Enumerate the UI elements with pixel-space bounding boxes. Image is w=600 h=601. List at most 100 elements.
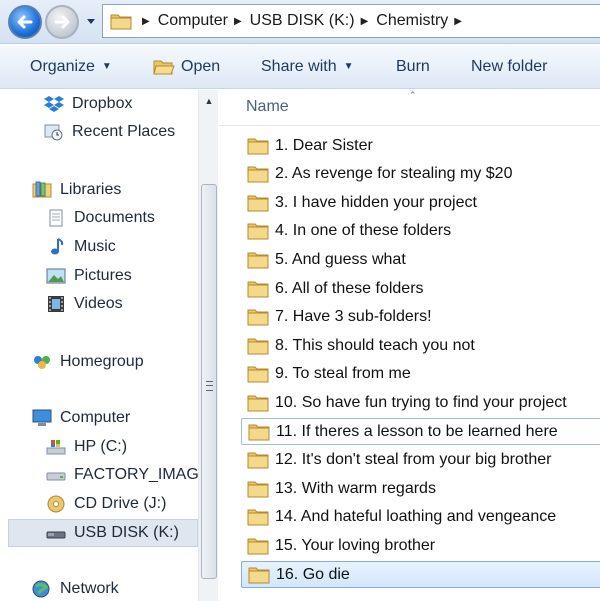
back-button[interactable] bbox=[8, 5, 42, 39]
command-bar: Organize ▼ Open Share with ▼ Burn New fo… bbox=[0, 45, 600, 89]
nav-item-music[interactable]: Music bbox=[46, 235, 116, 259]
organize-label: Organize bbox=[30, 57, 95, 75]
breadcrumb-chevron-icon[interactable]: ▶ bbox=[361, 16, 369, 27]
organize-button[interactable]: Organize ▼ bbox=[30, 58, 112, 76]
folder-icon bbox=[247, 395, 269, 412]
file-row[interactable]: 11. If theres a lesson to be learned her… bbox=[241, 418, 600, 445]
file-name: 7. Have 3 sub-folders! bbox=[275, 308, 432, 326]
nav-item-homegroup[interactable]: Homegroup bbox=[32, 350, 144, 374]
documents-icon bbox=[49, 209, 63, 227]
breadcrumb-computer[interactable]: Computer bbox=[158, 12, 228, 30]
file-row[interactable]: 1. Dear Sister bbox=[241, 132, 600, 159]
open-label: Open bbox=[181, 57, 221, 75]
file-name: 3. I have hidden your project bbox=[275, 193, 477, 211]
file-name: 15. Your loving brother bbox=[275, 536, 436, 554]
file-row[interactable]: 10. So have fun trying to find your proj… bbox=[241, 389, 600, 416]
folder-icon bbox=[247, 281, 269, 297]
breadcrumb-usb-disk[interactable]: USB DISK (K:) bbox=[250, 12, 355, 30]
folder-icon bbox=[247, 166, 269, 183]
libraries-icon bbox=[32, 181, 52, 198]
file-name: 11. If theres a lesson to be learned her… bbox=[276, 422, 558, 440]
nav-item-pictures[interactable]: Pictures bbox=[46, 264, 132, 288]
dropbox-icon bbox=[44, 96, 64, 112]
cd-drive-icon bbox=[47, 495, 65, 513]
file-name: 13. With warm regards bbox=[275, 479, 436, 497]
file-row[interactable]: 15. Your loving brother bbox=[241, 532, 600, 559]
nav-item-dropbox[interactable]: Dropbox bbox=[44, 92, 132, 116]
file-row[interactable]: 12. It's don't steal from your big broth… bbox=[241, 447, 600, 474]
back-arrow-icon bbox=[17, 15, 33, 29]
file-row[interactable]: 14. And hateful loathing and vengeance bbox=[241, 504, 600, 531]
folder-icon bbox=[110, 14, 132, 30]
column-header-name[interactable]: Name bbox=[246, 98, 289, 116]
file-row[interactable]: 2. As revenge for stealing my $20 bbox=[241, 161, 600, 188]
nav-item-videos[interactable]: Videos bbox=[46, 292, 123, 316]
file-row[interactable]: 13. With warm regards bbox=[241, 475, 600, 502]
nav-item-recent-places[interactable]: Recent Places bbox=[44, 120, 175, 144]
scroll-up-arrow-icon[interactable]: ▲ bbox=[199, 90, 219, 112]
file-row[interactable]: 4. In one of these folders bbox=[241, 218, 600, 245]
folder-icon bbox=[247, 481, 269, 498]
address-bar[interactable]: ▶ Computer ▶ USB DISK (K:) ▶ Chemistry ▶ bbox=[102, 4, 600, 38]
music-note-icon bbox=[51, 238, 64, 255]
recent-pages-chevron-down-icon[interactable] bbox=[86, 16, 96, 26]
folder-icon bbox=[247, 452, 269, 469]
folder-icon bbox=[247, 309, 269, 326]
forward-arrow-icon bbox=[54, 15, 70, 29]
folder-icon bbox=[247, 366, 269, 383]
computer-icon bbox=[32, 409, 52, 426]
network-icon bbox=[32, 580, 50, 598]
share-with-label: Share with bbox=[261, 57, 337, 75]
file-row[interactable]: 7. Have 3 sub-folders! bbox=[241, 304, 600, 331]
file-name: 5. And guess what bbox=[275, 250, 406, 268]
nav-pane-scrollbar[interactable]: ▲ bbox=[198, 90, 218, 601]
sort-ascending-icon: ⌃ bbox=[409, 90, 417, 100]
windows-drive-icon bbox=[46, 440, 66, 455]
nav-item-documents[interactable]: Documents bbox=[46, 206, 155, 230]
new-folder-button[interactable]: New folder bbox=[471, 58, 547, 76]
new-folder-label: New folder bbox=[471, 57, 548, 75]
file-row[interactable]: 3. I have hidden your project bbox=[241, 189, 600, 216]
nav-item-cd-drive[interactable]: CD Drive (J:) bbox=[46, 492, 166, 516]
forward-button[interactable] bbox=[45, 5, 79, 39]
scroll-grip-icon bbox=[206, 381, 213, 391]
file-row[interactable]: 6. All of these folders bbox=[241, 275, 600, 302]
share-with-button[interactable]: Share with ▼ bbox=[261, 58, 354, 76]
file-row[interactable]: 5. And guess what bbox=[241, 246, 600, 273]
file-row[interactable]: 16. Go die bbox=[241, 561, 600, 588]
breadcrumb-chevron-icon[interactable]: ▶ bbox=[454, 16, 462, 27]
burn-button[interactable]: Burn bbox=[396, 58, 430, 76]
file-name: 6. All of these folders bbox=[275, 279, 424, 297]
nav-item-usb-disk[interactable]: USB DISK (K:) bbox=[8, 519, 198, 547]
file-name: 4. In one of these folders bbox=[275, 222, 452, 240]
pictures-icon bbox=[46, 268, 66, 284]
breadcrumb-chevron-icon[interactable]: ▶ bbox=[142, 16, 150, 27]
nav-item-hp-drive[interactable]: HP (C:) bbox=[46, 435, 127, 459]
folder-icon bbox=[247, 538, 269, 555]
file-row[interactable]: 8. This should teach you not bbox=[241, 332, 600, 359]
nav-item-libraries[interactable]: Libraries bbox=[32, 178, 121, 202]
breadcrumb-chemistry[interactable]: Chemistry bbox=[376, 12, 448, 30]
nav-item-network[interactable]: Network bbox=[32, 577, 119, 601]
breadcrumb-chevron-icon[interactable]: ▶ bbox=[234, 16, 242, 27]
folder-icon bbox=[247, 252, 269, 269]
file-list-pane: ⌃ Name 1. Dear Sister 2. As revenge for s… bbox=[219, 90, 600, 601]
folder-icon bbox=[247, 138, 269, 154]
recent-places-icon bbox=[44, 124, 63, 141]
file-name: 16. Go die bbox=[276, 565, 350, 583]
file-row[interactable]: 9. To steal from me bbox=[241, 361, 600, 388]
file-name: 12. It's don't steal from your big broth… bbox=[275, 451, 552, 469]
folder-icon bbox=[247, 338, 269, 355]
nav-item-factory-image[interactable]: FACTORY_IMAGE bbox=[46, 463, 209, 487]
burn-label: Burn bbox=[396, 57, 430, 75]
address-row: ▶ Computer ▶ USB DISK (K:) ▶ Chemistry ▶ bbox=[0, 0, 600, 44]
file-name: 9. To steal from me bbox=[275, 365, 411, 383]
nav-item-computer[interactable]: Computer bbox=[32, 406, 130, 430]
open-folder-icon bbox=[153, 60, 175, 74]
file-name: 1. Dear Sister bbox=[275, 136, 373, 154]
open-button[interactable]: Open bbox=[153, 58, 220, 76]
scroll-thumb[interactable] bbox=[201, 184, 217, 579]
homegroup-icon bbox=[34, 356, 50, 369]
folder-icon bbox=[247, 195, 269, 212]
film-strip-icon bbox=[48, 296, 64, 312]
